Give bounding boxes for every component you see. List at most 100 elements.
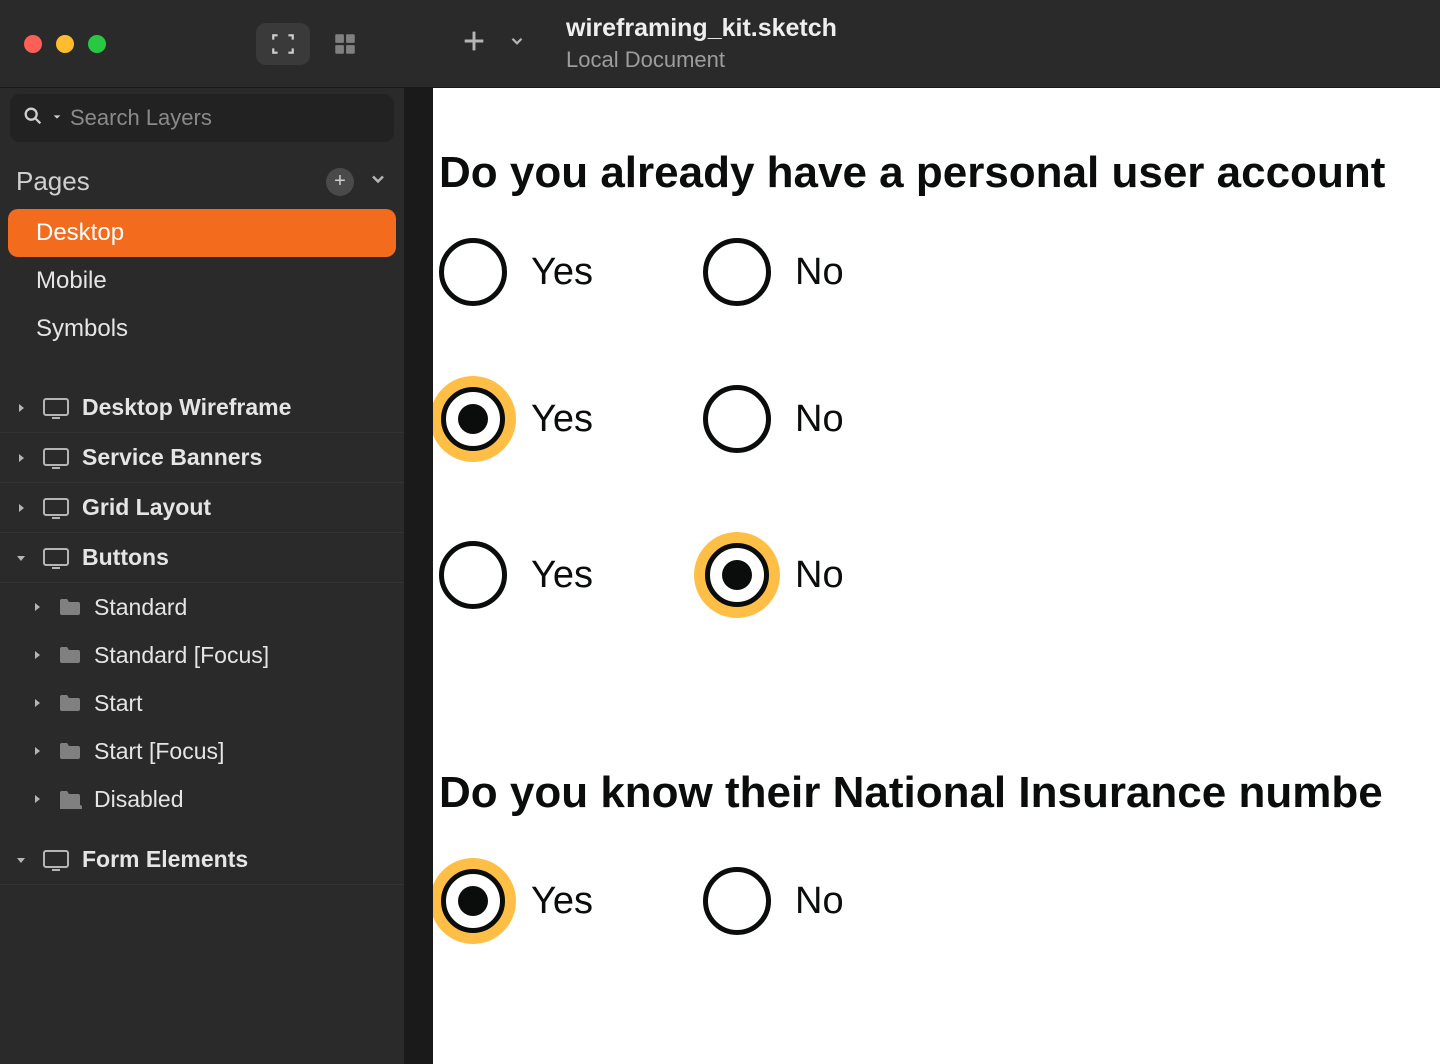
radio-row-no-focused: Yes No	[439, 532, 1440, 618]
artboard-row-desktop-wireframe[interactable]: Desktop Wireframe	[0, 383, 404, 433]
minimize-window-button[interactable]	[56, 35, 74, 53]
view-mode-toggles	[256, 23, 372, 65]
canvas-view-button[interactable]	[256, 23, 310, 65]
chevron-right-icon[interactable]	[28, 601, 46, 613]
add-page-button[interactable]: +	[326, 168, 354, 196]
titlebar: wireframing_kit.sketch Local Document	[0, 0, 1440, 88]
folder-icon	[58, 693, 82, 713]
radio-yes-focused[interactable]: Yes	[439, 858, 593, 944]
layer-label: Buttons	[82, 544, 169, 571]
close-window-button[interactable]	[24, 35, 42, 53]
radio-row-yes-focused: Yes No	[439, 376, 1440, 462]
document-title-area[interactable]: wireframing_kit.sketch Local Document	[566, 14, 837, 73]
chevron-down-icon[interactable]	[12, 552, 30, 564]
search-dropdown-icon[interactable]	[52, 109, 62, 127]
radio-circle-focused-icon	[430, 858, 516, 944]
chevron-right-icon[interactable]	[28, 649, 46, 661]
radio-circle-icon	[439, 541, 507, 609]
radio-label: Yes	[531, 554, 593, 597]
radio-row-unselected: Yes No	[439, 238, 1440, 306]
search-placeholder: Search Layers	[70, 105, 212, 131]
radio-label: No	[795, 398, 844, 441]
radio-circle-icon	[703, 385, 771, 453]
layer-row-start[interactable]: Start	[0, 679, 404, 727]
layer-row-start-focus[interactable]: Start [Focus]	[0, 727, 404, 775]
radio-yes-focused[interactable]: Yes	[439, 376, 593, 462]
artboard-row-buttons[interactable]: Buttons	[0, 533, 404, 583]
folder-icon	[58, 789, 82, 809]
chevron-right-icon[interactable]	[12, 452, 30, 464]
layer-label: Disabled	[94, 786, 184, 813]
layer-label: Standard [Focus]	[94, 642, 269, 669]
question-heading-2[interactable]: Do you know their National Insurance num…	[439, 768, 1440, 818]
layer-label: Service Banners	[82, 444, 262, 471]
artboard-row-service-banners[interactable]: Service Banners	[0, 433, 404, 483]
maximize-window-button[interactable]	[88, 35, 106, 53]
folder-icon	[58, 645, 82, 665]
radio-circle-focused-icon	[694, 532, 780, 618]
layers-sidebar: Search Layers Pages + Desktop Mobile Sym…	[0, 88, 405, 1064]
search-icon	[22, 105, 44, 132]
page-item-desktop[interactable]: Desktop	[8, 209, 396, 257]
artboard-icon	[42, 547, 70, 569]
artboard-row-form-elements[interactable]: Form Elements	[0, 835, 404, 885]
page-label: Desktop	[36, 219, 124, 247]
artboard-icon	[42, 497, 70, 519]
chevron-right-icon[interactable]	[28, 697, 46, 709]
radio-circle-icon	[703, 238, 771, 306]
radio-circle-focused-icon	[430, 376, 516, 462]
components-view-button[interactable]	[318, 23, 372, 65]
radio-label: No	[795, 251, 844, 294]
layer-row-disabled[interactable]: Disabled	[0, 775, 404, 823]
radio-label: Yes	[531, 880, 593, 923]
radio-no-unselected[interactable]: No	[703, 238, 844, 306]
radio-circle-icon	[439, 238, 507, 306]
question-heading-1[interactable]: Do you already have a personal user acco…	[439, 148, 1440, 198]
layer-label: Form Elements	[82, 846, 248, 873]
artboard-row-grid-layout[interactable]: Grid Layout	[0, 483, 404, 533]
page-item-symbols[interactable]: Symbols	[8, 305, 396, 353]
page-label: Mobile	[36, 267, 107, 295]
radio-label: No	[795, 554, 844, 597]
layers-tree: Desktop Wireframe Service Banners	[0, 383, 404, 885]
window-controls	[0, 35, 106, 53]
layer-row-standard-focus[interactable]: Standard [Focus]	[0, 631, 404, 679]
radio-no-unselected[interactable]: No	[703, 867, 844, 935]
design-canvas[interactable]: Do you already have a personal user acco…	[405, 88, 1440, 1064]
insert-controls: wireframing_kit.sketch Local Document	[460, 14, 837, 73]
page-label: Symbols	[36, 315, 128, 343]
chevron-right-icon[interactable]	[28, 793, 46, 805]
artboard-icon	[42, 397, 70, 419]
radio-yes-unselected[interactable]: Yes	[439, 238, 593, 306]
radio-label: No	[795, 880, 844, 923]
pages-list: Desktop Mobile Symbols	[0, 209, 404, 353]
radio-row-q2-yes-focused: Yes No	[439, 858, 1440, 944]
radio-no-focused[interactable]: No	[703, 532, 844, 618]
layer-label: Start [Focus]	[94, 738, 224, 765]
layer-label: Desktop Wireframe	[82, 394, 291, 421]
chevron-right-icon[interactable]	[12, 402, 30, 414]
radio-yes-unselected[interactable]: Yes	[439, 541, 593, 609]
pages-heading: Pages	[16, 166, 326, 197]
artboard-icon	[42, 447, 70, 469]
layer-label: Grid Layout	[82, 494, 211, 521]
document-title: wireframing_kit.sketch	[566, 14, 837, 43]
chevron-down-icon[interactable]	[12, 854, 30, 866]
insert-plus-icon[interactable]	[460, 27, 488, 60]
folder-icon	[58, 597, 82, 617]
radio-label: Yes	[531, 251, 593, 294]
folder-icon	[58, 741, 82, 761]
chevron-right-icon[interactable]	[28, 745, 46, 757]
radio-label: Yes	[531, 398, 593, 441]
document-subtitle: Local Document	[566, 47, 837, 73]
insert-dropdown-icon[interactable]	[508, 32, 526, 55]
layer-row-standard[interactable]: Standard	[0, 583, 404, 631]
pages-header: Pages +	[0, 148, 404, 209]
search-layers-input[interactable]: Search Layers	[10, 94, 394, 142]
radio-no-unselected[interactable]: No	[703, 385, 844, 453]
radio-circle-icon	[703, 867, 771, 935]
layer-label: Standard	[94, 594, 187, 621]
page-item-mobile[interactable]: Mobile	[8, 257, 396, 305]
chevron-right-icon[interactable]	[12, 502, 30, 514]
collapse-pages-icon[interactable]	[368, 169, 388, 194]
